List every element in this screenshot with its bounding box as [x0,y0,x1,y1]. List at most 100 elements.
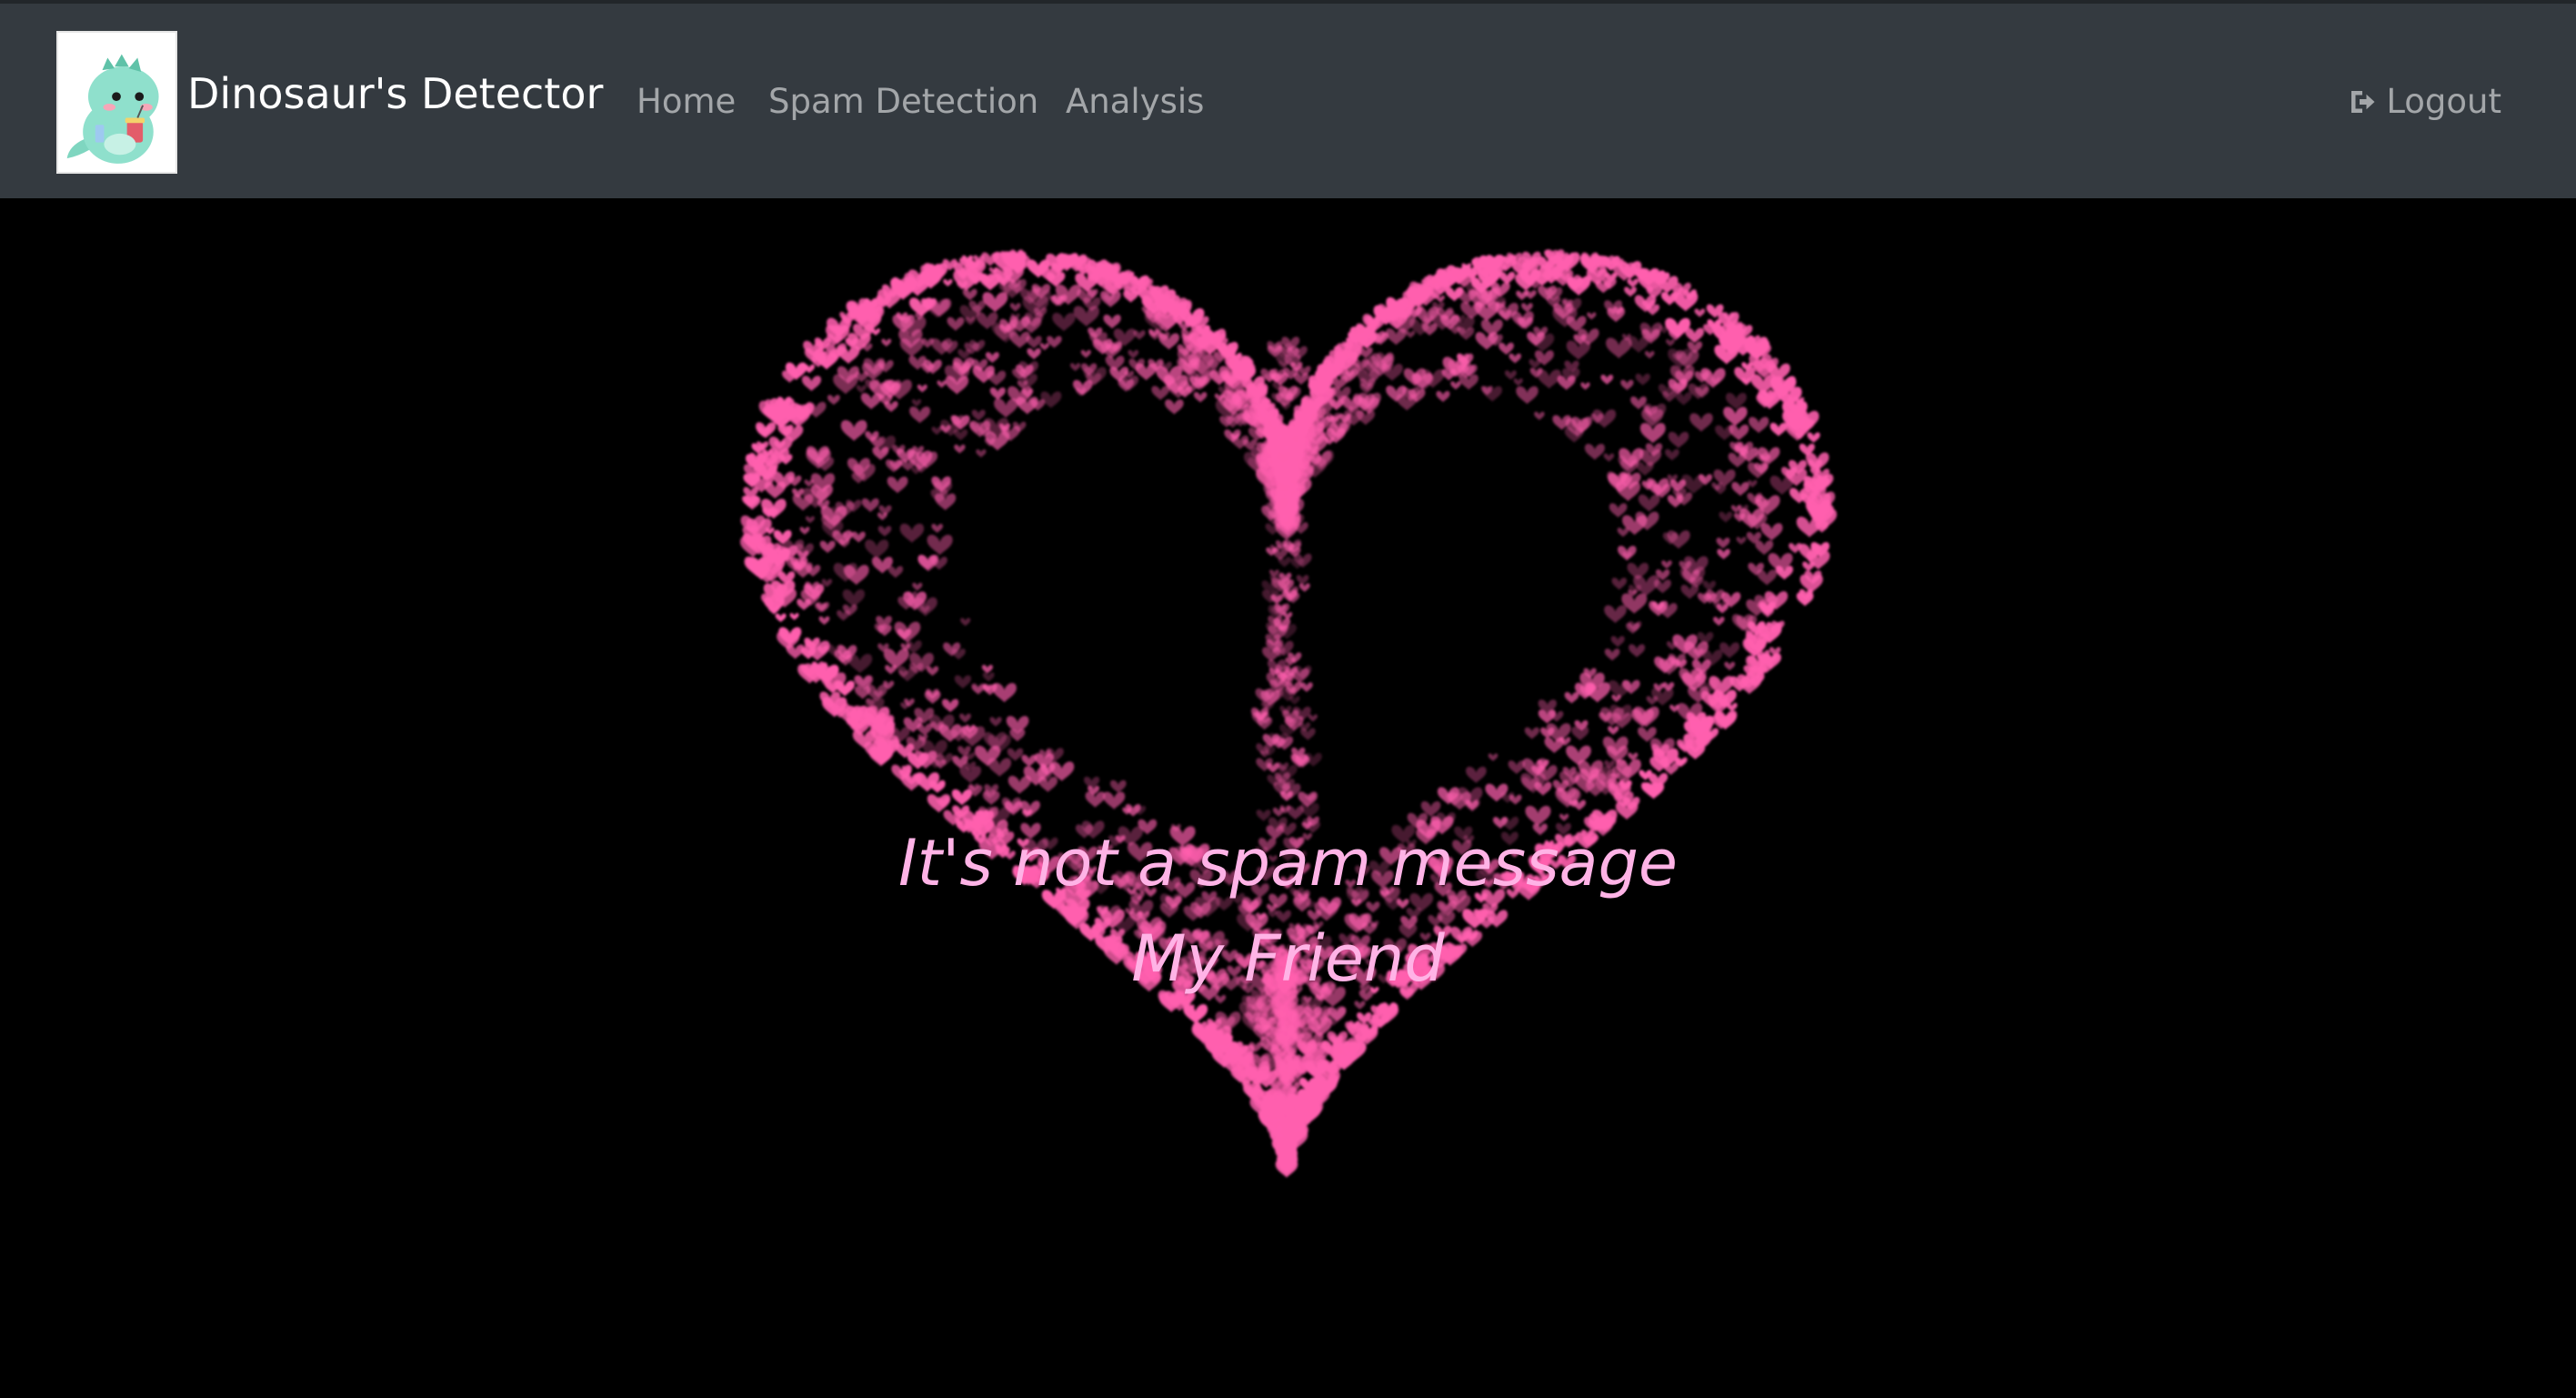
heart-particle [1552,779,1569,793]
navbar: Dinosaur's Detector Home Spam Detection … [0,0,2576,198]
nav-link-analysis[interactable]: Analysis [1066,82,1204,121]
heart-particle [1719,511,1733,523]
heart-particle [1298,583,1310,592]
heart-particle [1668,431,1689,448]
heart-particle [1521,303,1533,313]
heart-particle [1559,813,1569,821]
heart-particle [1480,319,1503,337]
heart-particle [1300,728,1316,740]
heart-particle [840,419,867,441]
heart-particle [1564,691,1579,704]
heart-particle [1748,479,1758,488]
heart-particle [1587,312,1597,320]
logout-label: Logout [2386,82,2501,121]
heart-particle [789,612,799,620]
heart-particle [1027,347,1041,360]
dinosaur-logo-icon[interactable] [56,31,177,174]
heart-particle [1694,308,1706,317]
heart-particle [1807,432,1820,443]
heart-particle [887,477,908,494]
heart-particle [1052,312,1076,332]
heart-particle [976,448,987,458]
heart-particle [1069,363,1081,372]
heart-particle [1624,287,1637,297]
heart-particle [1529,358,1541,369]
heart-particle [1702,580,1717,591]
heart-particle [881,338,892,347]
heart-particle [1300,682,1313,692]
heart-particle [1609,503,1628,518]
heart-particle [1611,694,1621,702]
heart-particle [982,292,1008,313]
heart-particle [989,717,1002,727]
heart-particle [954,444,966,454]
heart-particle [1731,481,1749,497]
heart-particle [1534,411,1545,420]
heart-particle [982,672,995,682]
heart-particle [1466,766,1487,783]
heart-particle [1667,495,1684,508]
heart-particle [1689,413,1713,432]
heart-particle [1272,548,1288,560]
heart-particle [1646,696,1659,706]
heart-particle [1611,578,1628,590]
heart-particle [1073,306,1099,327]
heart-particle [899,523,925,543]
heart-particle [1736,537,1747,545]
heart-particle [1356,410,1376,426]
heart-particle [827,395,840,406]
heart-particle [1680,584,1699,599]
heart-particle [1085,791,1106,808]
heart-particle [947,317,965,331]
heart-particle [818,616,830,626]
heart-particle [799,527,810,535]
heart-particle [959,713,971,723]
heart-particle [861,498,879,512]
heart-particle [943,278,953,287]
heart-particle [1009,331,1030,348]
heart-particle [1660,291,1679,306]
logout-button[interactable]: Logout [2346,82,2501,121]
heart-particle [1618,545,1637,561]
heart-particle [1103,314,1121,329]
heart-particle [1385,327,1407,346]
heart-particle [1165,399,1184,415]
heart-particle [756,422,777,438]
heart-particle [1566,340,1591,360]
result-message-line1: It's not a spam message [898,826,1678,900]
heart-particle [1749,417,1769,434]
heart-particle [1073,379,1093,396]
heart-particle [1296,575,1309,586]
heart-particle [1638,494,1660,512]
heart-particle [842,588,866,608]
heart-particle [847,653,873,674]
heart-particle [1666,640,1679,650]
heart-particle [1504,370,1517,380]
sign-out-icon [2346,85,2379,118]
heart-particle [1265,523,1280,536]
heart-particle [1580,382,1590,390]
brand-name[interactable]: Dinosaur's Detector [187,69,603,118]
heart-particle [931,427,942,436]
nav-link-home[interactable]: Home [636,82,736,121]
heart-particle [951,649,966,660]
heart-particle [1488,753,1498,761]
heart-particle [941,699,959,712]
heart-particle [1039,343,1049,351]
heart-particle [1600,374,1614,385]
heart-particle [1406,330,1416,338]
heart-particle [1109,779,1127,793]
nav-link-spam-detection[interactable]: Spam Detection [768,82,1038,121]
heart-particle [1755,540,1774,555]
heart-particle [1592,409,1617,428]
heart-particle [851,531,866,543]
heart-particle [1544,737,1565,753]
heart-particle [1021,754,1037,768]
heart-particle [1606,337,1632,359]
heart-particle [1525,805,1551,827]
heart-particle [1610,636,1625,648]
heart-particle [1524,727,1539,739]
heart-particle [1009,303,1021,312]
heart-particle [1231,435,1249,449]
heart-particle [926,666,939,676]
